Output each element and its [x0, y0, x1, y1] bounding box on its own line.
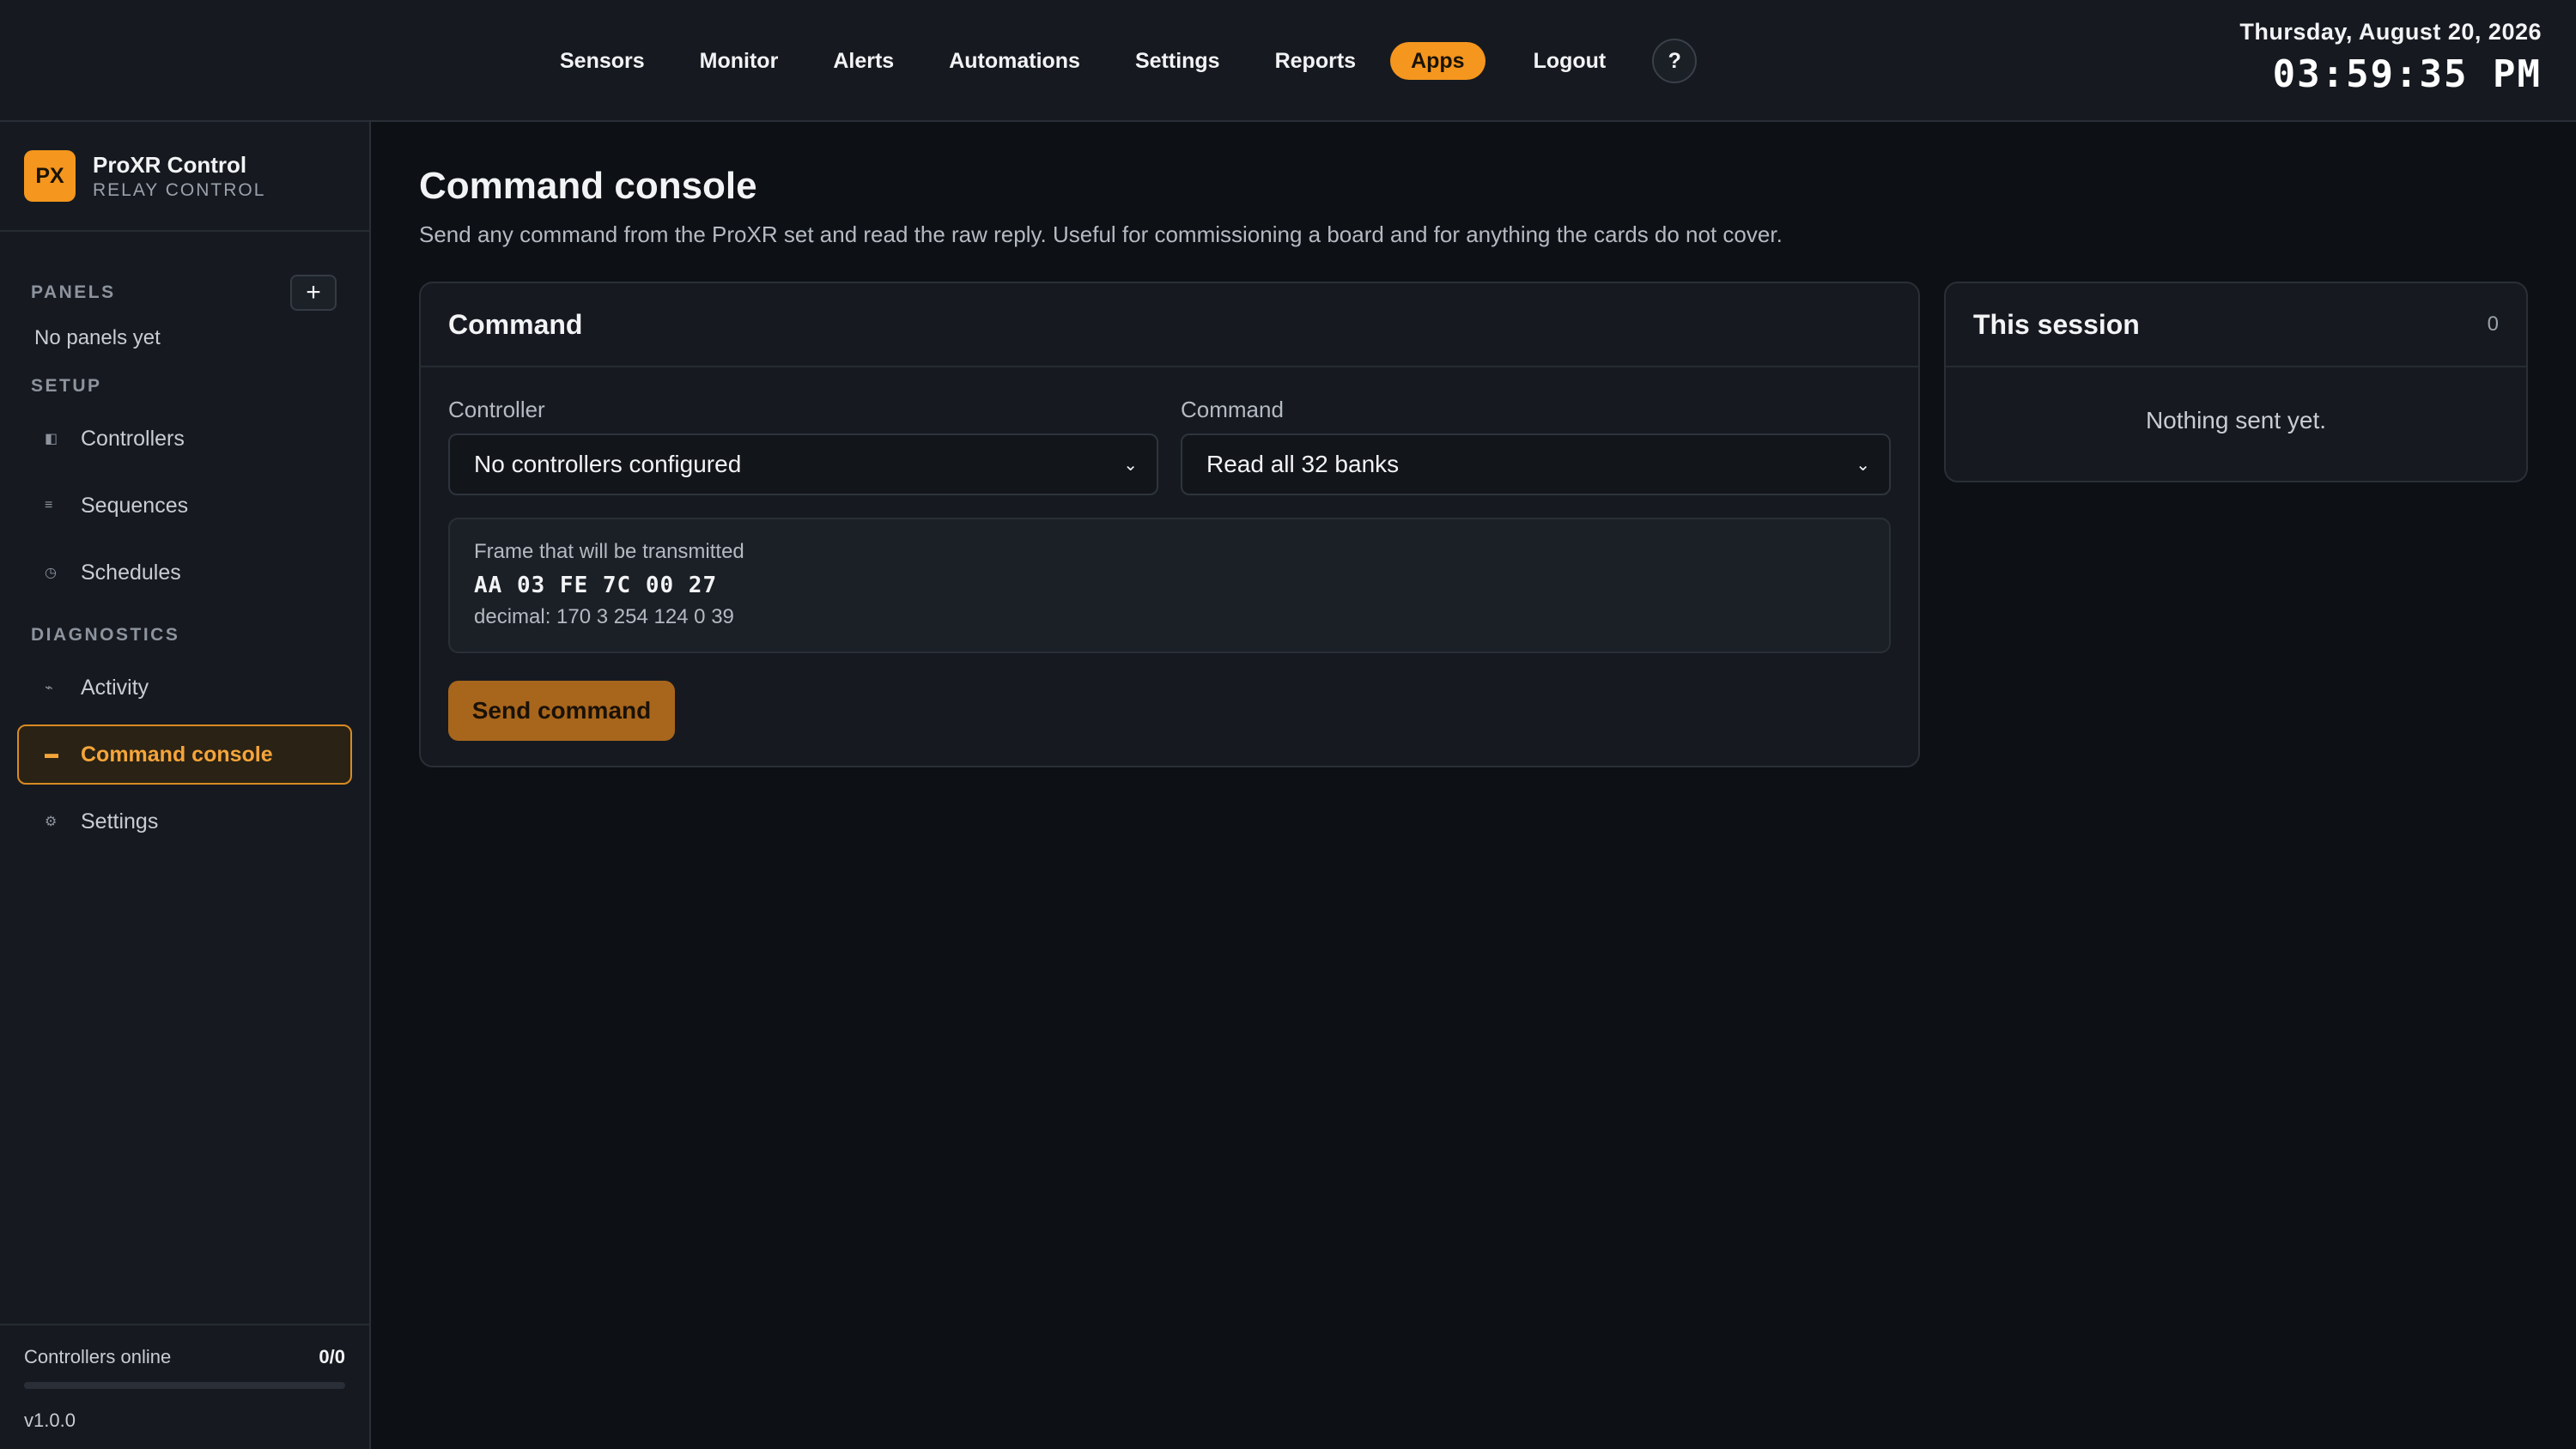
send-command-button[interactable]: Send command — [448, 681, 675, 741]
command-card-title: Command — [448, 308, 583, 340]
logout-button[interactable]: Logout — [1506, 42, 1634, 80]
gear-icon: ⚙ — [45, 815, 58, 829]
sidebar-item-label: Sequences — [81, 493, 189, 518]
page-description: Send any command from the ProXR set and … — [419, 221, 1783, 247]
frame-preview-label: Frame that will be transmitted — [474, 540, 744, 563]
session-card-title: This session — [1973, 308, 2140, 340]
brand[interactable]: PX ProXR Control RELAY CONTROL — [0, 122, 369, 232]
clock-time: 03:59:35 PM — [2272, 52, 2542, 96]
controller-icon: ◧ — [45, 432, 58, 446]
nav-automations[interactable]: Automations — [921, 42, 1108, 80]
sidebar-item-settings[interactable]: ⚙ Settings — [17, 791, 352, 852]
nav-sensors[interactable]: Sensors — [532, 42, 672, 80]
chevron-down-icon: ⌄ — [1123, 455, 1138, 475]
sidebar-item-label: Controllers — [81, 426, 185, 451]
help-button[interactable]: ? — [1652, 39, 1698, 83]
controllers-online-row: Controllers online 0/0 — [24, 1346, 345, 1368]
brand-text: ProXR Control RELAY CONTROL — [93, 152, 265, 201]
session-card-header: This session 0 — [1946, 283, 2526, 367]
sidebar-item-sequences[interactable]: ≡ Sequences — [17, 476, 352, 536]
sidebar-item-activity[interactable]: ⌁ Activity — [17, 658, 352, 718]
panels-header: PANELS + — [0, 275, 369, 311]
diagnostics-section-label: DIAGNOSTICS — [31, 625, 180, 645]
main-nav: Sensors Monitor Alerts Automations Setti… — [532, 0, 1698, 122]
nav-settings[interactable]: Settings — [1108, 42, 1248, 80]
controller-field: Controller No controllers configured ⌄ — [448, 397, 1158, 495]
controller-select[interactable]: No controllers configured ⌄ — [448, 433, 1158, 495]
top-bar: Sensors Monitor Alerts Automations Setti… — [0, 0, 2576, 122]
add-panel-button[interactable]: + — [290, 275, 337, 311]
session-empty-note: Nothing sent yet. — [2145, 407, 2327, 433]
sidebar-item-controllers[interactable]: ◧ Controllers — [17, 409, 352, 469]
setup-section-label: SETUP — [31, 376, 102, 396]
console-icon: ▬ — [45, 747, 58, 761]
nav-reports[interactable]: Reports — [1248, 42, 1383, 80]
clock-date: Thursday, August 20, 2026 — [2239, 19, 2542, 45]
controllers-online-value: 0/0 — [319, 1346, 345, 1367]
command-select-value: Read all 32 banks — [1206, 451, 1400, 477]
sidebar-item-schedules[interactable]: ◷ Schedules — [17, 543, 352, 603]
app-version: v1.0.0 — [24, 1410, 76, 1431]
panels-section-label: PANELS — [31, 282, 116, 302]
sidebar-footer: Controllers online 0/0 v1.0.0 — [0, 1324, 369, 1449]
controller-select-value: No controllers configured — [474, 451, 742, 477]
page-title: Command console — [419, 165, 757, 207]
sidebar-item-label: Command console — [81, 742, 273, 767]
command-card-header: Command — [421, 283, 1918, 367]
command-fields: Controller No controllers configured ⌄ C… — [421, 367, 1918, 495]
sidebar: PX ProXR Control RELAY CONTROL PANELS + … — [0, 122, 371, 1449]
brand-subtitle: RELAY CONTROL — [93, 179, 266, 200]
controllers-online-label: Controllers online — [24, 1346, 172, 1367]
clock: Thursday, August 20, 2026 03:59:35 PM — [2239, 19, 2542, 96]
chevron-down-icon: ⌄ — [1856, 455, 1870, 475]
command-select[interactable]: Read all 32 banks ⌄ — [1181, 433, 1891, 495]
activity-icon: ⌁ — [45, 681, 53, 695]
main-content: Command console Send any command from th… — [419, 122, 2542, 767]
brand-logo: PX — [24, 150, 76, 202]
command-label: Command — [1181, 397, 1284, 422]
list-icon: ≡ — [45, 498, 53, 512]
nav-monitor[interactable]: Monitor — [672, 42, 806, 80]
frame-hex: AA 03 FE 7C 00 27 — [474, 573, 718, 598]
clock-icon: ◷ — [45, 566, 57, 580]
session-card: This session 0 Nothing sent yet. — [1944, 282, 2528, 482]
frame-preview: Frame that will be transmitted AA 03 FE … — [448, 518, 1891, 653]
sidebar-item-label: Schedules — [81, 560, 181, 585]
sidebar-item-label: Activity — [81, 675, 149, 700]
controller-label: Controller — [448, 397, 545, 422]
sidebar-item-command-console[interactable]: ▬ Command console — [17, 724, 352, 785]
sidebar-item-label: Settings — [81, 809, 159, 834]
panels-empty-note: No panels yet — [34, 326, 161, 349]
brand-title: ProXR Control — [93, 151, 247, 178]
command-field: Command Read all 32 banks ⌄ — [1181, 397, 1891, 495]
nav-alerts[interactable]: Alerts — [805, 42, 921, 80]
nav-apps[interactable]: Apps — [1390, 42, 1485, 80]
session-count: 0 — [2487, 312, 2499, 336]
frame-decimal: decimal: 170 3 254 124 0 39 — [474, 605, 734, 628]
controllers-online-bar — [24, 1382, 345, 1389]
command-card: Command Controller No controllers config… — [419, 282, 1920, 767]
